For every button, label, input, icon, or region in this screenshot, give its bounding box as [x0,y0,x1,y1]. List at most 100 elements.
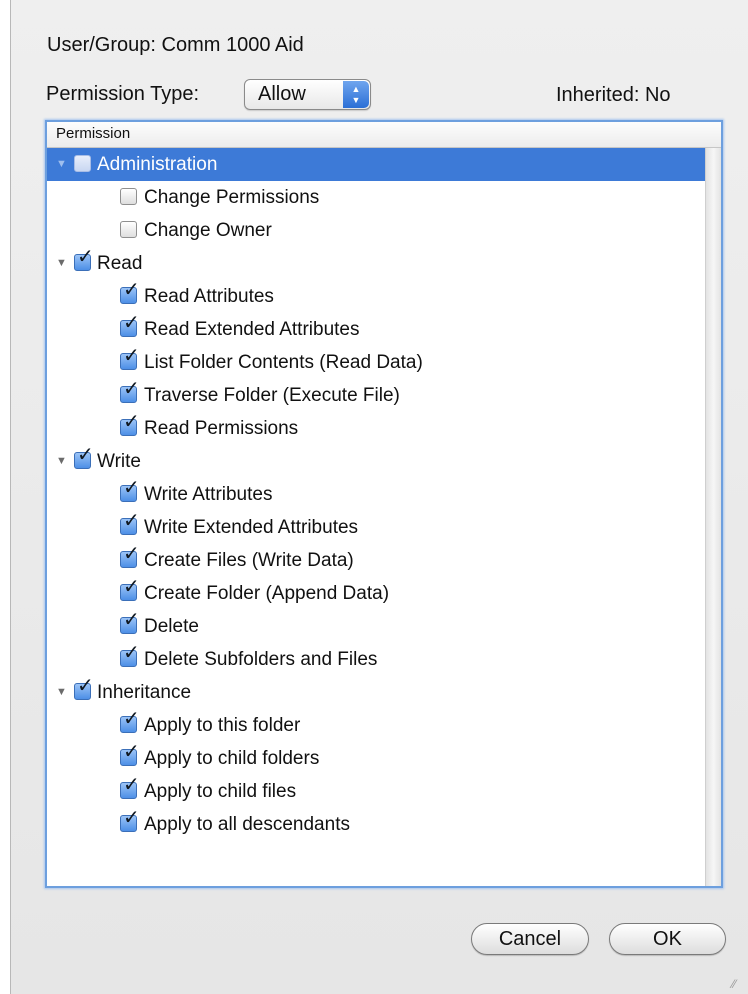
inherited-line: Inherited: No [556,84,671,107]
ok-button[interactable]: OK [609,923,726,955]
permission-row[interactable]: ✓ Apply to child files [47,775,705,808]
permission-checkbox[interactable]: ✓ [120,610,140,634]
permission-checkbox[interactable]: ✓ [120,478,140,502]
permission-label: Write Attributes [144,484,273,505]
permission-checkbox[interactable]: ✓ [120,808,140,832]
checkmark-icon: ✓ [77,675,94,697]
permission-row[interactable]: ✓ Delete Subfolders and Files [47,643,705,676]
inherited-value: No [644,84,671,106]
permission-checkbox[interactable]: ✓ [120,412,140,436]
user-group-label: User/Group: [47,34,156,56]
permission-label: Create Files (Write Data) [144,550,354,571]
permission-row[interactable]: ✓ Delete [47,610,705,643]
permission-checkbox[interactable]: ✓ [120,379,140,403]
permission-row[interactable]: ✓ Apply to child folders [47,742,705,775]
permission-rows: ▼ Administration Change Permissions Change … [47,148,705,841]
permission-checkbox[interactable]: ✓ [120,280,140,304]
checkmark-icon: ✓ [123,345,140,367]
permission-row[interactable]: Change Owner [47,214,705,247]
permission-label: Traverse Folder (Execute File) [144,385,400,406]
permission-label: Change Owner [144,220,272,241]
group-row[interactable]: ▼ Administration [47,148,705,181]
checkmark-icon: ✓ [123,543,140,565]
permission-label: Apply to child folders [144,748,320,769]
vertical-scrollbar[interactable] [705,148,721,886]
permission-checkbox[interactable]: ✓ [120,511,140,535]
permission-row[interactable]: ✓ Create Folder (Append Data) [47,577,705,610]
disclosure-triangle-icon[interactable]: ▼ [56,148,70,181]
group-row[interactable]: ▼ ✓ Read [47,247,705,280]
permission-row[interactable]: ✓ Read Attributes [47,280,705,313]
permission-checkbox[interactable]: ✓ [120,709,140,733]
user-group-line: User/Group: Comm 1000 Aid [47,34,304,57]
checkmark-icon: ✓ [123,774,140,796]
permission-label: Inheritance [97,682,192,703]
permission-checkbox[interactable]: ✓ [120,742,140,766]
user-group-value: Comm 1000 Aid [161,34,304,56]
permission-checkbox[interactable]: ✓ [120,775,140,799]
permission-row[interactable]: ✓ Apply to all descendants [47,808,705,841]
cancel-button[interactable]: Cancel [471,923,589,955]
permission-checkbox[interactable]: ✓ [74,445,94,469]
permission-label: Read [97,253,143,274]
permission-checkbox[interactable] [120,188,137,205]
permission-row[interactable]: ✓ Create Files (Write Data) [47,544,705,577]
up-down-arrows-icon: ▲ ▼ [343,81,369,108]
permission-row[interactable]: Change Permissions [47,181,705,214]
permission-type-popup[interactable]: Allow ▲ ▼ [244,79,371,110]
checkmark-icon: ✓ [123,741,140,763]
permission-checkbox[interactable]: ✓ [74,247,94,271]
permission-label: Write Extended Attributes [144,517,359,538]
permission-checkbox[interactable]: ✓ [74,676,94,700]
checkmark-icon: ✓ [123,378,140,400]
checkmark-icon: ✓ [123,312,140,334]
permission-checkbox[interactable] [74,155,91,172]
checkmark-icon: ✓ [77,246,94,268]
disclosure-triangle-icon[interactable]: ▼ [56,676,70,709]
permission-label: Delete Subfolders and Files [144,649,378,670]
disclosure-triangle-icon[interactable]: ▼ [56,247,70,280]
permission-label: Read Extended Attributes [144,319,360,340]
inherited-label: Inherited: [556,84,640,106]
checkmark-icon: ✓ [123,807,140,829]
permission-row[interactable]: ✓ Write Attributes [47,478,705,511]
permission-dialog: User/Group: Comm 1000 Aid Permission Typ… [10,0,748,994]
permission-checkbox[interactable]: ✓ [120,346,140,370]
permission-type-label: Permission Type: [46,83,200,105]
checkmark-icon: ✓ [123,477,140,499]
column-header-permission[interactable]: Permission [47,122,721,148]
permission-checkbox[interactable]: ✓ [120,313,140,337]
permission-label: Read Attributes [144,286,274,307]
permission-row[interactable]: ✓ Apply to this folder [47,709,705,742]
permission-label: Delete [144,616,199,637]
permission-checkbox[interactable]: ✓ [120,643,140,667]
checkmark-icon: ✓ [77,444,94,466]
permission-checkbox[interactable]: ✓ [120,577,140,601]
checkmark-icon: ✓ [123,576,140,598]
permission-checkbox[interactable]: ✓ [120,544,140,568]
checkmark-icon: ✓ [123,642,140,664]
permission-label: Administration [97,154,218,175]
permission-label: Read Permissions [144,418,299,439]
checkmark-icon: ✓ [123,510,140,532]
permission-label: Change Permissions [144,187,320,208]
permission-label: Apply to all descendants [144,814,350,835]
permission-type-value: Allow [258,83,306,105]
permission-row[interactable]: ✓ List Folder Contents (Read Data) [47,346,705,379]
group-row[interactable]: ▼ ✓ Inheritance [47,676,705,709]
permission-outline-view[interactable]: Permission ▼ Administration Change Permiss… [45,120,723,888]
checkmark-icon: ✓ [123,708,140,730]
resize-grip-icon[interactable]: ⁄⁄ [732,978,744,990]
permission-row[interactable]: ✓ Traverse Folder (Execute File) [47,379,705,412]
permission-label: Apply to child files [144,781,297,802]
permission-checkbox[interactable] [120,221,137,238]
checkmark-icon: ✓ [123,609,140,631]
permission-label: List Folder Contents (Read Data) [144,352,423,373]
checkmark-icon: ✓ [123,279,140,301]
permission-row[interactable]: ✓ Write Extended Attributes [47,511,705,544]
permission-row[interactable]: ✓ Read Extended Attributes [47,313,705,346]
group-row[interactable]: ▼ ✓ Write [47,445,705,478]
permission-label: Write [97,451,141,472]
permission-row[interactable]: ✓ Read Permissions [47,412,705,445]
disclosure-triangle-icon[interactable]: ▼ [56,445,70,478]
